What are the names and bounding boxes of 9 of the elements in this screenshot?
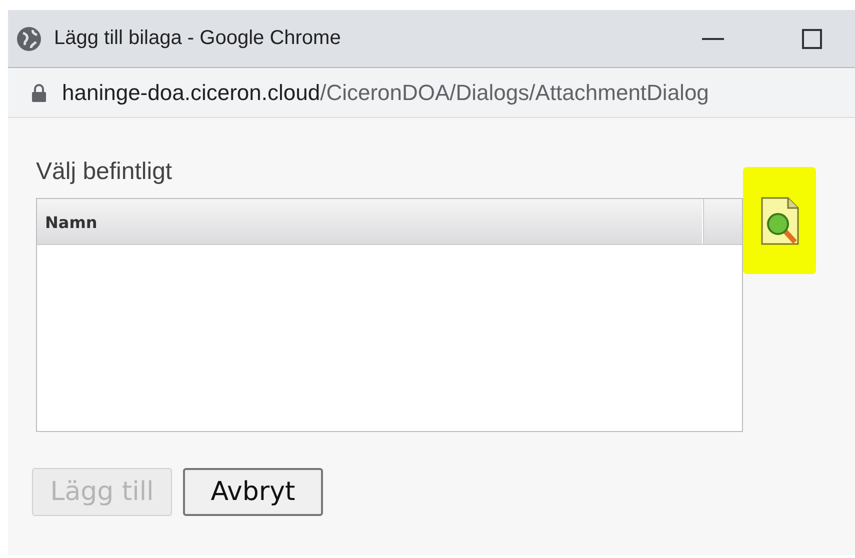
section-title: Välj befintligt [36,158,172,186]
document-search-icon [760,196,800,246]
cancel-button[interactable]: Avbryt [183,468,323,516]
minimize-icon[interactable] [702,38,724,40]
browse-file-button[interactable] [743,167,816,274]
lock-icon [32,84,46,102]
globe-icon [16,26,42,52]
window-title: Lägg till bilaga - Google Chrome [54,27,342,50]
maximize-icon[interactable] [802,28,822,48]
